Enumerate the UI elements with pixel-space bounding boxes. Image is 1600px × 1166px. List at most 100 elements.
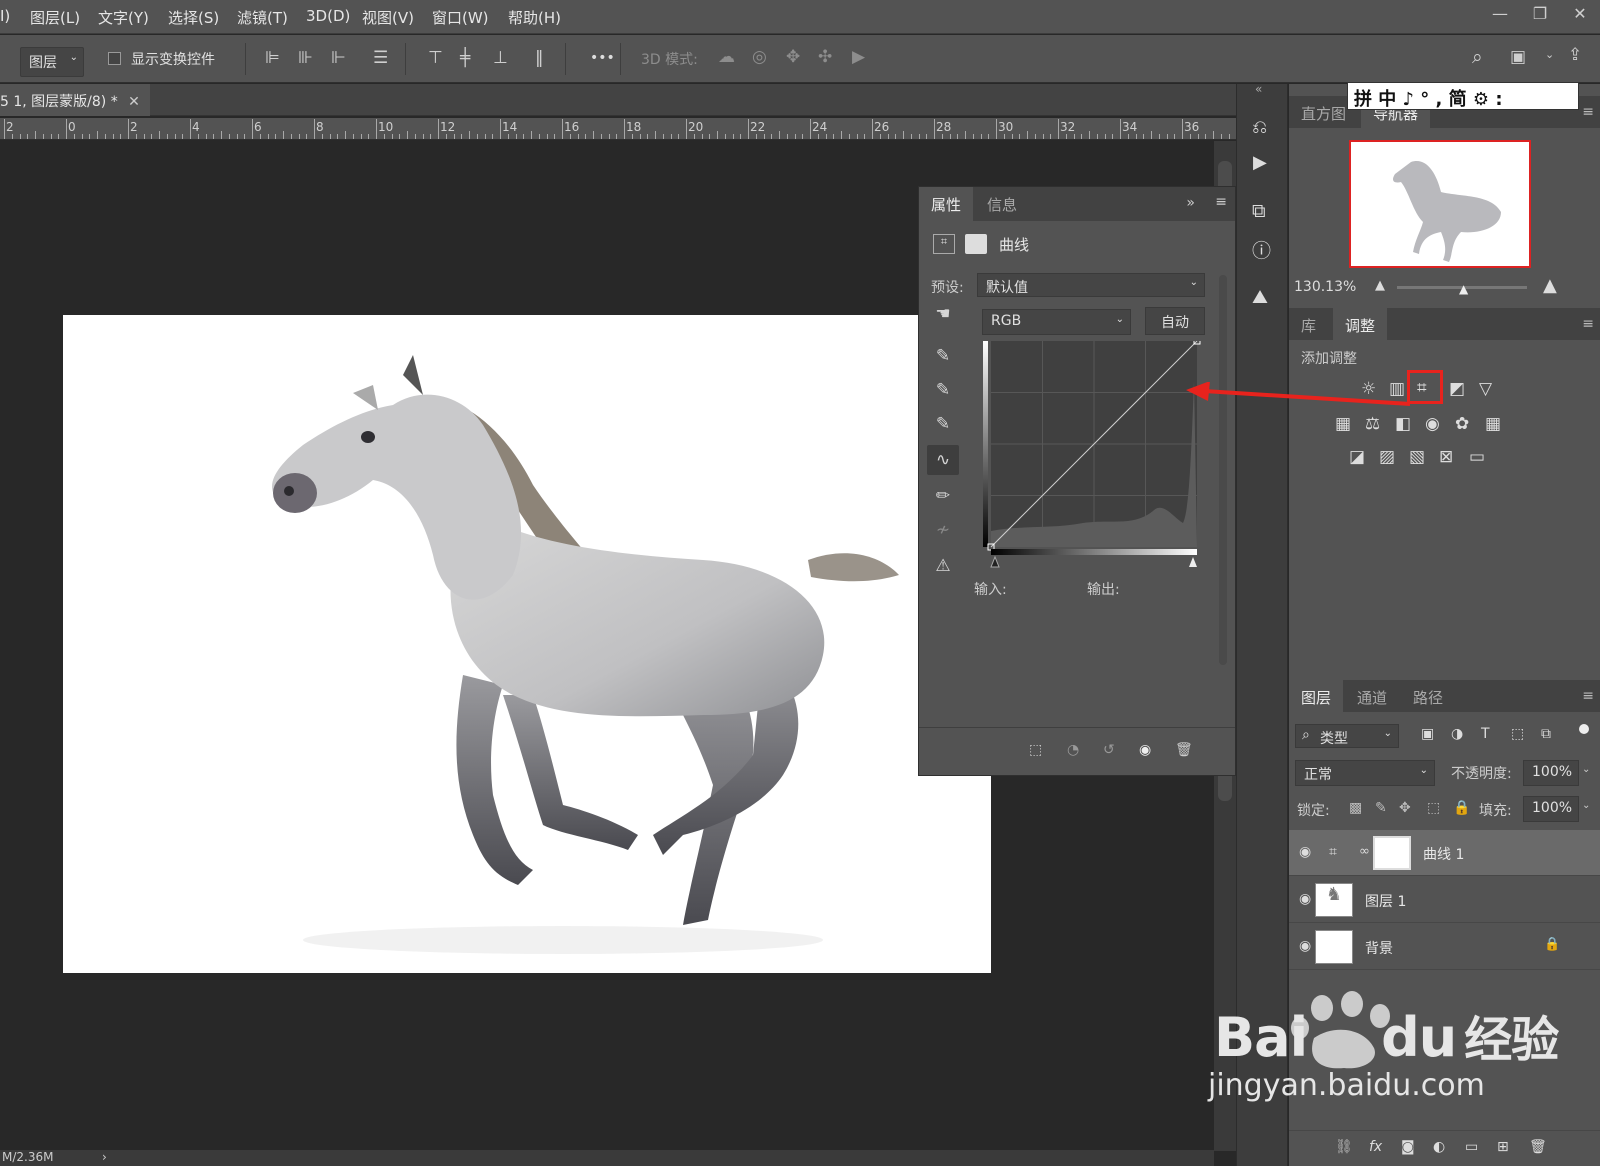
fill-field[interactable]: 100% [1523, 796, 1579, 822]
link-layers-icon[interactable]: ⛓ [1335, 1139, 1353, 1155]
opacity-field[interactable]: 100% [1523, 760, 1579, 786]
black-point-eyedropper-icon[interactable]: ✎ [927, 341, 959, 371]
clone-source-icon[interactable]: ⛰ [1252, 286, 1268, 308]
reset-icon[interactable]: ↺ [1103, 742, 1115, 758]
auto-select-dropdown[interactable]: 图层 ⌄ [20, 47, 84, 77]
layer-row[interactable]: ◉ ♞ 图层 1 [1289, 877, 1600, 923]
preset-dropdown[interactable]: 默认值 ⌄ [977, 273, 1205, 297]
3d-pan-icon[interactable]: ✥ [786, 49, 800, 66]
pencil-icon[interactable]: ✏ [927, 481, 959, 511]
menu-item-filter[interactable]: 滤镜(T) [237, 7, 288, 28]
lock-position-icon[interactable]: ✥ [1399, 800, 1411, 816]
zoom-in-icon[interactable]: ▲ [1543, 275, 1557, 296]
tab-layers[interactable]: 图层 [1289, 680, 1344, 712]
exposure-icon[interactable]: ◩ [1449, 379, 1465, 399]
chevron-down-icon[interactable]: ⌄ [1545, 49, 1554, 60]
menu-item-type[interactable]: 文字(Y) [98, 7, 149, 28]
ime-toolbar[interactable]: 拼 中 ♪ ° , 简 ⚙ : [1347, 82, 1579, 110]
gradient-map-icon[interactable]: ▭ [1469, 447, 1485, 467]
3d-panel-icon[interactable]: ⧉ [1252, 200, 1266, 222]
document-tab[interactable]: 5 1, 图层蒙版/8) * ✕ [0, 84, 150, 116]
black-white-icon[interactable]: ◧ [1395, 414, 1411, 434]
menu-item-image[interactable]: I) [0, 7, 10, 25]
panel-menu-icon[interactable]: ≡ [1215, 194, 1227, 210]
new-adjustment-icon[interactable]: ◐ [1433, 1139, 1445, 1155]
chevron-down-icon[interactable]: ⌄ [1582, 764, 1590, 775]
close-icon[interactable]: ✕ [1560, 0, 1600, 26]
add-mask-icon[interactable]: ◙ [1401, 1139, 1415, 1155]
collapse-icon[interactable]: » [1186, 195, 1195, 211]
show-transform-checkbox[interactable] [108, 52, 121, 65]
zoom-out-icon[interactable]: ▲ [1375, 278, 1385, 293]
visibility-eye-icon[interactable]: ◉ [1299, 938, 1311, 954]
tab-library[interactable]: 库 [1289, 308, 1328, 340]
navigator-preview[interactable] [1349, 140, 1531, 268]
filter-adjustment-icon[interactable]: ◑ [1451, 726, 1463, 742]
clipping-warning-icon[interactable]: ⚠ [927, 551, 959, 581]
tab-adjustments[interactable]: 调整 [1333, 308, 1388, 340]
menu-item-3d[interactable]: 3D(D) [306, 7, 350, 25]
share-icon[interactable]: ⇪ [1568, 47, 1582, 64]
chevron-right-icon[interactable]: › [102, 1150, 107, 1164]
trash-icon[interactable]: 🗑 [1175, 742, 1193, 758]
chevron-down-icon[interactable]: ⌄ [1582, 800, 1590, 811]
photo-filter-icon[interactable]: ◉ [1425, 414, 1440, 434]
layer-mask-thumbnail[interactable] [1373, 836, 1411, 870]
align-right-icon[interactable]: ⊩ [331, 50, 346, 67]
lock-artboard-icon[interactable]: ⬚ [1427, 800, 1440, 816]
3d-orbit-icon[interactable]: ☁ [718, 49, 735, 66]
color-balance-icon[interactable]: ⚖ [1365, 414, 1380, 434]
vibrance-icon[interactable]: ▽ [1479, 379, 1492, 399]
threshold-icon[interactable]: ▧ [1409, 447, 1425, 467]
align-center-icon[interactable]: ⊪ [298, 50, 313, 67]
minimize-icon[interactable]: — [1480, 0, 1520, 26]
zoom-slider-thumb[interactable]: ▲ [1459, 282, 1468, 296]
filter-type-icon[interactable]: T [1481, 726, 1490, 742]
hue-saturation-icon[interactable]: ▦ [1335, 414, 1351, 434]
white-input-slider[interactable] [1189, 557, 1197, 567]
play-actions-icon[interactable]: ▶ [1253, 152, 1267, 173]
gray-point-eyedropper-icon[interactable]: ✎ [927, 375, 959, 405]
white-point-eyedropper-icon[interactable]: ✎ [927, 409, 959, 439]
distribute-vertical-icon[interactable]: ‖ [535, 50, 544, 67]
layer-row[interactable]: ◉ 背景 🔒 [1289, 924, 1600, 970]
color-lookup-icon[interactable]: ▦ [1485, 414, 1501, 434]
view-previous-icon[interactable]: ◔ [1067, 742, 1079, 758]
channel-mixer-icon[interactable]: ✿ [1455, 414, 1469, 434]
align-middle-icon[interactable]: ╪ [460, 50, 470, 67]
restore-icon[interactable]: ❐ [1520, 0, 1560, 26]
menu-item-layer[interactable]: 图层(L) [30, 7, 80, 28]
filter-smart-object-icon[interactable]: ⧉ [1541, 726, 1551, 742]
blend-mode-dropdown[interactable]: 正常 ⌄ [1295, 760, 1435, 786]
workspace-icon[interactable]: ▣ [1510, 49, 1526, 66]
3d-roll-icon[interactable]: ◎ [752, 49, 767, 66]
lock-all-icon[interactable]: 🔒 [1453, 800, 1470, 816]
close-tab-icon[interactable]: ✕ [128, 94, 140, 110]
align-left-icon[interactable]: ⊫ [265, 50, 280, 67]
layer-row[interactable]: ◉ ⌗ ∞ 曲线 1 [1289, 830, 1600, 876]
curve-points-icon[interactable]: ∿ [927, 445, 959, 475]
info-icon[interactable]: ⓘ [1252, 236, 1271, 263]
tab-paths[interactable]: 路径 [1401, 680, 1455, 712]
align-top-icon[interactable]: ⊤ [428, 50, 443, 67]
filter-toggle-icon[interactable] [1579, 724, 1589, 734]
filter-pixel-icon[interactable]: ▣ [1421, 726, 1434, 742]
black-input-slider[interactable] [990, 555, 1000, 568]
curve-graph[interactable] [983, 341, 1203, 573]
menu-item-help[interactable]: 帮助(H) [508, 7, 561, 28]
tab-channels[interactable]: 通道 [1345, 680, 1399, 712]
new-layer-icon[interactable]: ⊞ [1497, 1139, 1509, 1155]
visibility-eye-icon[interactable]: ◉ [1299, 844, 1311, 860]
target-adjust-icon[interactable]: ☚ [927, 299, 959, 329]
new-group-icon[interactable]: ▭ [1465, 1139, 1478, 1155]
tab-info[interactable]: 信息 [975, 187, 1029, 221]
menu-item-select[interactable]: 选择(S) [168, 7, 219, 28]
menu-item-view[interactable]: 视图(V) [362, 7, 414, 28]
visibility-eye-icon[interactable]: ◉ [1299, 891, 1311, 907]
auto-button[interactable]: 自动 [1145, 307, 1205, 335]
distribute-icon[interactable]: ☰ [373, 50, 388, 67]
menu-item-window[interactable]: 窗口(W) [432, 7, 489, 28]
panel-menu-icon[interactable]: ≡ [1582, 316, 1594, 332]
history-icon[interactable]: ⎌ [1252, 116, 1267, 138]
collapse-left-icon[interactable]: « [1255, 82, 1262, 96]
